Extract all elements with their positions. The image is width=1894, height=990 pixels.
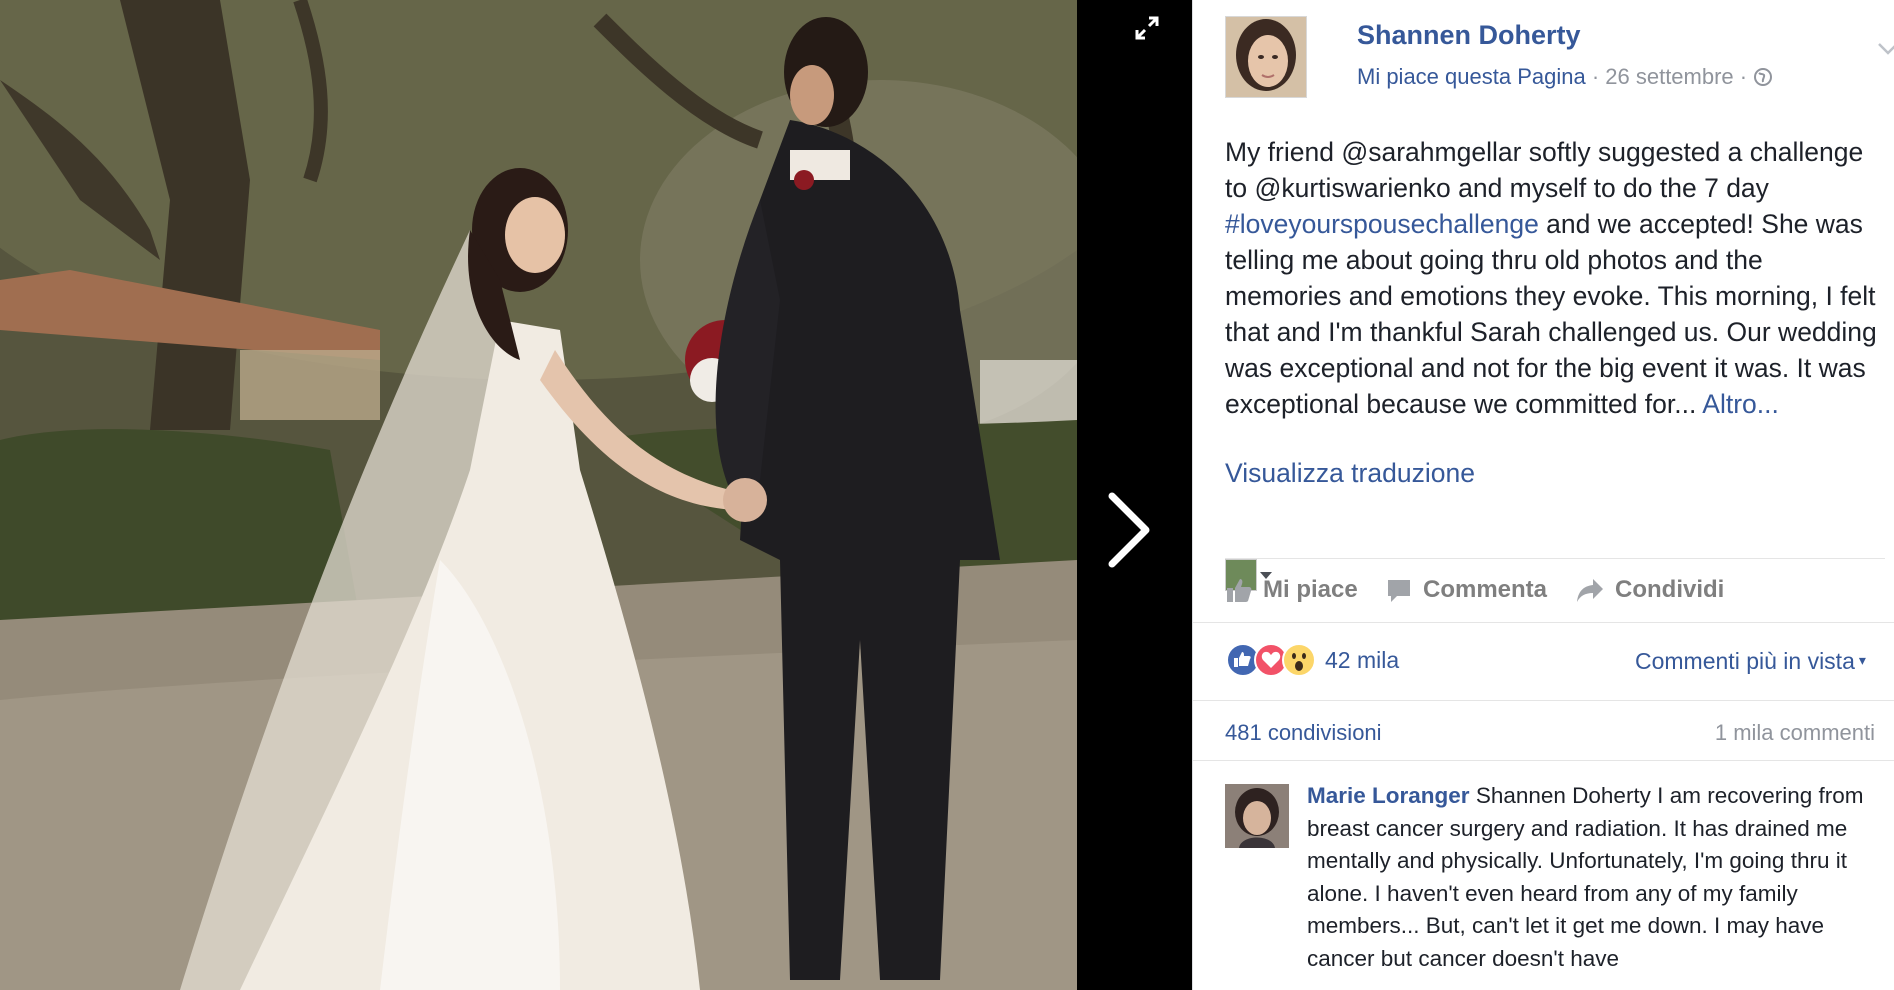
page-name-link[interactable]: Shannen Doherty (1357, 20, 1581, 51)
comment-icon (1388, 580, 1410, 602)
divider (1193, 700, 1894, 701)
see-translation-link[interactable]: Visualizza traduzione (1225, 458, 1475, 489)
post-stats: 481 condivisioni 1 mila commenti (1225, 720, 1875, 750)
commenter-avatar[interactable] (1225, 784, 1289, 848)
post-date[interactable]: 26 settembre (1605, 64, 1733, 89)
expand-icon[interactable] (1133, 14, 1161, 42)
divider (1193, 622, 1894, 623)
shares-count[interactable]: 481 condivisioni (1225, 720, 1382, 746)
avatar-image (1226, 17, 1306, 97)
post-actions: Mi piace Commenta Condividi (1225, 558, 1885, 623)
caret-down-icon: ▾ (1858, 652, 1866, 668)
see-more-link[interactable]: Altro... (1702, 389, 1779, 419)
page-avatar[interactable] (1225, 16, 1307, 98)
photo-viewer (0, 0, 1192, 990)
like-button-label: Mi piace (1263, 576, 1358, 603)
like-button[interactable]: Mi piace (1225, 573, 1358, 607)
wedding-photo-image (0, 0, 1077, 990)
reaction-count[interactable]: 42 mila (1325, 647, 1399, 674)
share-button-label: Condividi (1615, 576, 1725, 603)
wow-reaction-icon (1282, 643, 1316, 677)
comments-count[interactable]: 1 mila commenti (1715, 720, 1875, 746)
post-header: Shannen Doherty Mi piace questa Pagina ·… (1225, 16, 1894, 98)
post-meta: Mi piace questa Pagina · 26 settembre · (1357, 64, 1773, 90)
post-text-before: My friend @sarahmgellar softly suggested… (1225, 137, 1864, 203)
chevron-down-icon[interactable] (1875, 38, 1894, 58)
comment-author-link[interactable]: Marie Loranger (1307, 783, 1470, 808)
post-text-after: and we accepted! She was telling me abou… (1225, 209, 1877, 419)
post-text: My friend @sarahmgellar softly suggested… (1225, 134, 1885, 422)
meta-separator-2: · (1733, 64, 1754, 89)
wedding-photo[interactable] (0, 0, 1077, 990)
comment-body: Marie Loranger Shannen Doherty I am reco… (1307, 780, 1867, 975)
hashtag-link[interactable]: #loveyourspousechallenge (1225, 209, 1539, 239)
post-sidebar: Shannen Doherty Mi piace questa Pagina ·… (1192, 0, 1894, 990)
comment-sort-label: Commenti più in vista (1635, 648, 1855, 674)
comment-button[interactable]: Commenta (1385, 573, 1547, 607)
meta-separator: · (1585, 64, 1606, 89)
reaction-icons (1225, 642, 1325, 678)
commenter-avatar-image (1225, 784, 1289, 848)
globe-icon (1754, 68, 1773, 86)
share-arrow-icon (1577, 579, 1603, 602)
comment-button-label: Commenta (1423, 576, 1548, 603)
chevron-right-icon[interactable] (1098, 490, 1158, 570)
thumbs-up-icon (1227, 579, 1252, 602)
comment-sort-dropdown[interactable]: Commenti più in vista ▾ (1635, 648, 1866, 675)
share-button[interactable]: Condividi (1575, 573, 1724, 607)
reactions-summary[interactable]: 42 mila (1225, 640, 1399, 680)
like-page-link[interactable]: Mi piace questa Pagina (1357, 64, 1586, 89)
comment-text: Shannen Doherty I am recovering from bre… (1307, 783, 1864, 971)
divider (1193, 760, 1894, 761)
